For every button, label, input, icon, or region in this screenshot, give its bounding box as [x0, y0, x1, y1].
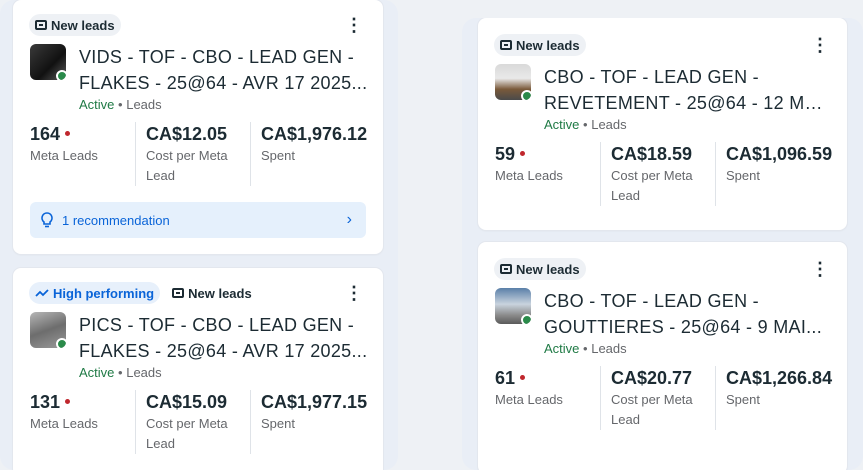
campaign-card-vids[interactable]: New leads ⋮ VIDS - TOF - CBO - LEAD GEN … [13, 0, 383, 254]
cost-per-result-metric: CA$12.05 Cost per Meta Lead [135, 122, 250, 186]
amount-spent-metric: CA$1,096.59 Spent [715, 142, 835, 206]
cost-per-result-metric: CA$20.77 Cost per Meta Lead [600, 366, 715, 430]
more-options-button[interactable]: ⋮ [344, 284, 364, 307]
metrics-row: 131 Meta Leads CA$15.09 Cost per Meta Le… [30, 390, 375, 454]
metrics-row: 61 Meta Leads CA$20.77 Cost per Meta Lea… [495, 366, 835, 430]
results-metric: 131 Meta Leads [30, 392, 98, 431]
campaign-status: Active • Leads [79, 365, 162, 380]
results-metric: 59 Meta Leads [495, 144, 563, 183]
ad-thumbnail[interactable] [30, 312, 66, 348]
results-metric: 164 Meta Leads [30, 124, 98, 163]
results-metric: 61 Meta Leads [495, 368, 563, 407]
lightbulb-icon [41, 212, 53, 228]
recommendation-banner[interactable]: 1 recommendation › [30, 202, 366, 238]
ad-thumbnail[interactable] [495, 288, 531, 324]
campaign-status: Active • Leads [544, 117, 627, 132]
new-leads-badge: New leads [494, 258, 586, 280]
trend-indicator-dot [65, 130, 71, 136]
ad-thumbnail[interactable] [495, 64, 531, 100]
campaign-title[interactable]: CBO - TOF - LEAD GEN - GOUTTIERES - 25@6… [544, 288, 834, 340]
cost-per-result-metric: CA$18.59 Cost per Meta Lead [600, 142, 715, 206]
cost-per-result-metric: CA$15.09 Cost per Meta Lead [135, 390, 250, 454]
more-options-button[interactable]: ⋮ [344, 16, 364, 39]
campaign-card-revetement[interactable]: New leads ⋮ CBO - TOF - LEAD GEN - REVET… [478, 18, 847, 230]
trend-indicator-dot [520, 374, 526, 380]
active-status-dot [56, 70, 66, 80]
trend-indicator-dot [65, 398, 71, 404]
campaign-title[interactable]: VIDS - TOF - CBO - LEAD GEN - FLAKES - 2… [79, 44, 369, 96]
amount-spent-metric: CA$1,266.84 Spent [715, 366, 835, 430]
metrics-row: 164 Meta Leads CA$12.05 Cost per Meta Le… [30, 122, 370, 186]
chevron-right-icon: › [346, 211, 352, 228]
lead-form-icon [172, 288, 185, 298]
active-status-dot [56, 338, 66, 348]
metrics-row: 59 Meta Leads CA$18.59 Cost per Meta Lea… [495, 142, 835, 206]
more-options-button[interactable]: ⋮ [810, 36, 830, 59]
lead-form-icon [500, 264, 512, 274]
amount-spent-metric: CA$1,976.12 Spent [250, 122, 370, 186]
active-status-dot [521, 314, 531, 324]
trend-indicator-dot [520, 150, 526, 156]
ad-thumbnail[interactable] [30, 44, 66, 80]
campaign-title[interactable]: PICS - TOF - CBO - LEAD GEN - FLAKES - 2… [79, 312, 369, 364]
campaign-status: Active • Leads [79, 97, 162, 112]
campaign-card-gouttieres[interactable]: New leads ⋮ CBO - TOF - LEAD GEN - GOUTT… [478, 242, 847, 470]
trend-up-icon [35, 289, 49, 297]
new-leads-badge: New leads [166, 282, 258, 304]
campaign-card-pics[interactable]: High performing New leads ⋮ PICS - TOF -… [13, 268, 383, 470]
active-status-dot [521, 90, 531, 100]
new-leads-badge: New leads [29, 14, 121, 36]
amount-spent-metric: CA$1,977.15 Spent [250, 390, 375, 454]
campaign-title[interactable]: CBO - TOF - LEAD GEN - REVETEMENT - 25@6… [544, 64, 834, 116]
campaign-status: Active • Leads [544, 341, 627, 356]
lead-form-icon [500, 40, 512, 50]
left-panel: New leads ⋮ VIDS - TOF - CBO - LEAD GEN … [0, 0, 398, 470]
lead-form-icon [35, 20, 47, 30]
new-leads-badge: New leads [494, 34, 586, 56]
right-panel: New leads ⋮ CBO - TOF - LEAD GEN - REVET… [462, 18, 863, 470]
high-performing-badge: High performing [29, 282, 161, 304]
more-options-button[interactable]: ⋮ [810, 260, 830, 283]
